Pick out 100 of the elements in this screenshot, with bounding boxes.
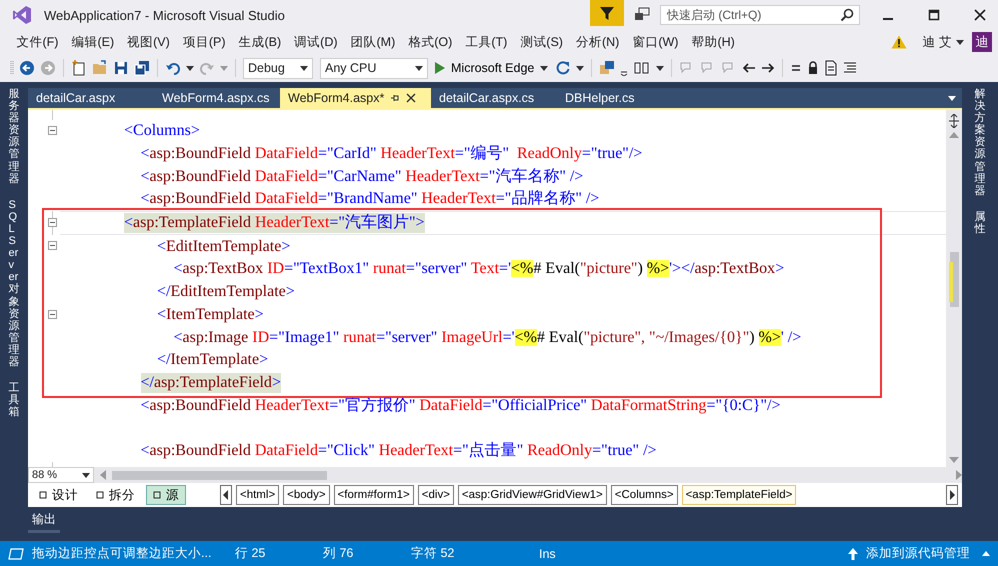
toolbar-grip-icon: [10, 59, 14, 77]
caret-icon: [540, 66, 548, 70]
quick-launch-field[interactable]: 快速启动 (Ctrl+Q): [660, 5, 860, 25]
change-marker: [949, 262, 953, 302]
caret-icon[interactable]: [186, 66, 194, 70]
back-icon[interactable]: [19, 60, 35, 76]
code-line: <asp:TextBox ID="TextBox1" runat="server" Text='<%# Eval("picture") %>'></asp:TextBox>: [174, 259, 784, 280]
platform-dropdown[interactable]: Any CPU: [320, 58, 428, 78]
collapse-icon[interactable]: [48, 241, 57, 250]
breadcrumb[interactable]: <asp:GridView#GridView1>: [458, 485, 607, 505]
zoom-dropdown[interactable]: 88 %: [28, 467, 94, 483]
close-icon[interactable]: [974, 9, 986, 21]
scroll-thumb[interactable]: [112, 470, 327, 480]
filter-icon[interactable]: [590, 0, 624, 26]
menu-item[interactable]: 调试(D): [288, 34, 344, 50]
menu-item[interactable]: 测试(S): [514, 34, 570, 50]
code-line: <asp:Image ID="Image1" runat="server" ImageUrl='<%# Eval("picture", "~/Images/{0}") %>' />: [174, 328, 802, 348]
nav-right-icon[interactable]: [946, 485, 958, 505]
view-icon: [153, 491, 161, 499]
view-tab[interactable]: 拆分: [89, 485, 142, 505]
menu-item[interactable]: 生成(B): [232, 34, 288, 50]
arrow-up-icon[interactable]: [848, 548, 858, 560]
equals-icon[interactable]: [790, 62, 802, 74]
app-logo-icon: [12, 5, 32, 25]
arrow-left-icon[interactable]: [742, 61, 756, 75]
char-number: 字符 52: [411, 545, 456, 562]
menu-item[interactable]: 编辑(E): [64, 34, 121, 50]
breadcrumb[interactable]: <form#form1>: [334, 485, 414, 505]
side-panel-tab[interactable]: SQL Server 对象资源管理器: [8, 198, 20, 368]
source-control-button[interactable]: 添加到源代码管理: [866, 545, 970, 562]
code-line: <asp:BoundField DataField="BrandName" HeaderText="品牌名称" />: [140, 189, 600, 210]
browser-link-icon[interactable]: [599, 60, 616, 76]
side-panel-tab[interactable]: 解决方案资源管理器: [974, 88, 986, 197]
menu-item[interactable]: 窗口(W): [626, 34, 685, 50]
caret-icon[interactable]: [956, 40, 964, 44]
view-tab[interactable]: 设计: [32, 485, 85, 505]
document-icon[interactable]: [824, 60, 838, 76]
collapse-icon[interactable]: [48, 218, 57, 227]
account-name[interactable]: 迪 艾: [922, 34, 952, 50]
tab-list-caret-icon[interactable]: [948, 96, 956, 100]
collapse-icon[interactable]: [48, 310, 57, 318]
open-folder-icon[interactable]: [92, 60, 108, 76]
breadcrumb[interactable]: <html>: [236, 485, 280, 505]
caret-icon: [415, 66, 423, 70]
code-line: <Columns>: [124, 121, 200, 142]
menu-item[interactable]: 帮助(H): [684, 34, 742, 50]
search-icon: [840, 8, 854, 22]
close-icon[interactable]: [406, 93, 416, 103]
output-tab[interactable]: 输出: [28, 509, 60, 533]
lock-icon[interactable]: [807, 61, 820, 75]
configuration-dropdown[interactable]: Debug: [243, 58, 313, 78]
file-tab[interactable]: detailCar.aspx: [28, 88, 154, 108]
menu-item[interactable]: 分析(N): [569, 34, 626, 50]
caret-icon[interactable]: [656, 66, 664, 70]
column-number: 列 76: [323, 545, 354, 562]
breadcrumb[interactable]: <div>: [418, 485, 454, 505]
side-panel-tab[interactable]: 属性: [974, 210, 986, 236]
caret-icon[interactable]: [576, 66, 584, 70]
menu-item[interactable]: 项目(P): [176, 34, 232, 50]
arrow-right-icon[interactable]: [761, 61, 776, 75]
menu-item[interactable]: 视图(V): [120, 34, 176, 50]
menu-item[interactable]: 文件(F): [10, 34, 65, 50]
run-button[interactable]: Microsoft Edge: [433, 61, 550, 75]
split-icon[interactable]: [948, 114, 960, 128]
caret-icon: [300, 66, 308, 70]
save-all-icon[interactable]: [134, 60, 150, 76]
file-tab[interactable]: WebForm4.aspx.cs: [154, 88, 280, 108]
breadcrumb[interactable]: <body>: [283, 485, 330, 505]
menu-item[interactable]: 团队(M): [344, 34, 402, 50]
pin-icon[interactable]: [390, 93, 400, 103]
file-tab[interactable]: WebForm4.aspx*: [280, 88, 431, 108]
maximize-icon[interactable]: [928, 9, 940, 21]
side-panel-tab[interactable]: 服务器资源管理器: [8, 88, 20, 185]
file-tab[interactable]: detailCar.aspx.cs: [431, 88, 557, 108]
view-icon: [39, 491, 47, 499]
menu-item[interactable]: 工具(T): [458, 34, 514, 50]
collapse-icon[interactable]: [48, 126, 57, 135]
code-line: <asp:BoundField DataField="Click" HeaderText="点击量" ReadOnly="true" />: [140, 440, 657, 461]
file-tab[interactable]: DBHelper.cs: [557, 88, 683, 108]
view-tab[interactable]: 源: [146, 485, 186, 505]
code-line: </EditItemTemplate>: [157, 282, 295, 302]
account-avatar[interactable]: 迪: [972, 32, 992, 52]
refresh-icon[interactable]: [555, 60, 572, 76]
new-project-icon[interactable]: [71, 60, 87, 76]
list-icon[interactable]: [843, 61, 858, 75]
side-panel-tab[interactable]: 工具箱: [8, 382, 20, 418]
breadcrumb[interactable]: <asp:TemplateField>: [682, 485, 796, 505]
window-title: WebApplication7 - Microsoft Visual Studio: [44, 8, 285, 22]
menu-item[interactable]: 格式(O): [402, 34, 459, 50]
feedback-icon[interactable]: [634, 7, 650, 23]
undo-icon[interactable]: [165, 60, 181, 76]
save-icon[interactable]: [113, 60, 129, 76]
breadcrumb[interactable]: <Columns>: [610, 485, 678, 505]
nav-left-icon[interactable]: [220, 485, 232, 505]
view-icon: [96, 491, 104, 499]
code-line: <asp:BoundField DataField="CarId" HeaderText="编号" ReadOnly="true"/>: [140, 144, 642, 164]
code-line: <EditItemTemplate>: [157, 236, 290, 257]
caret-up-icon[interactable]: [982, 551, 990, 556]
warning-icon[interactable]: [890, 35, 907, 49]
status-message: 拖动边距控点可调整边距大小...: [32, 545, 212, 562]
